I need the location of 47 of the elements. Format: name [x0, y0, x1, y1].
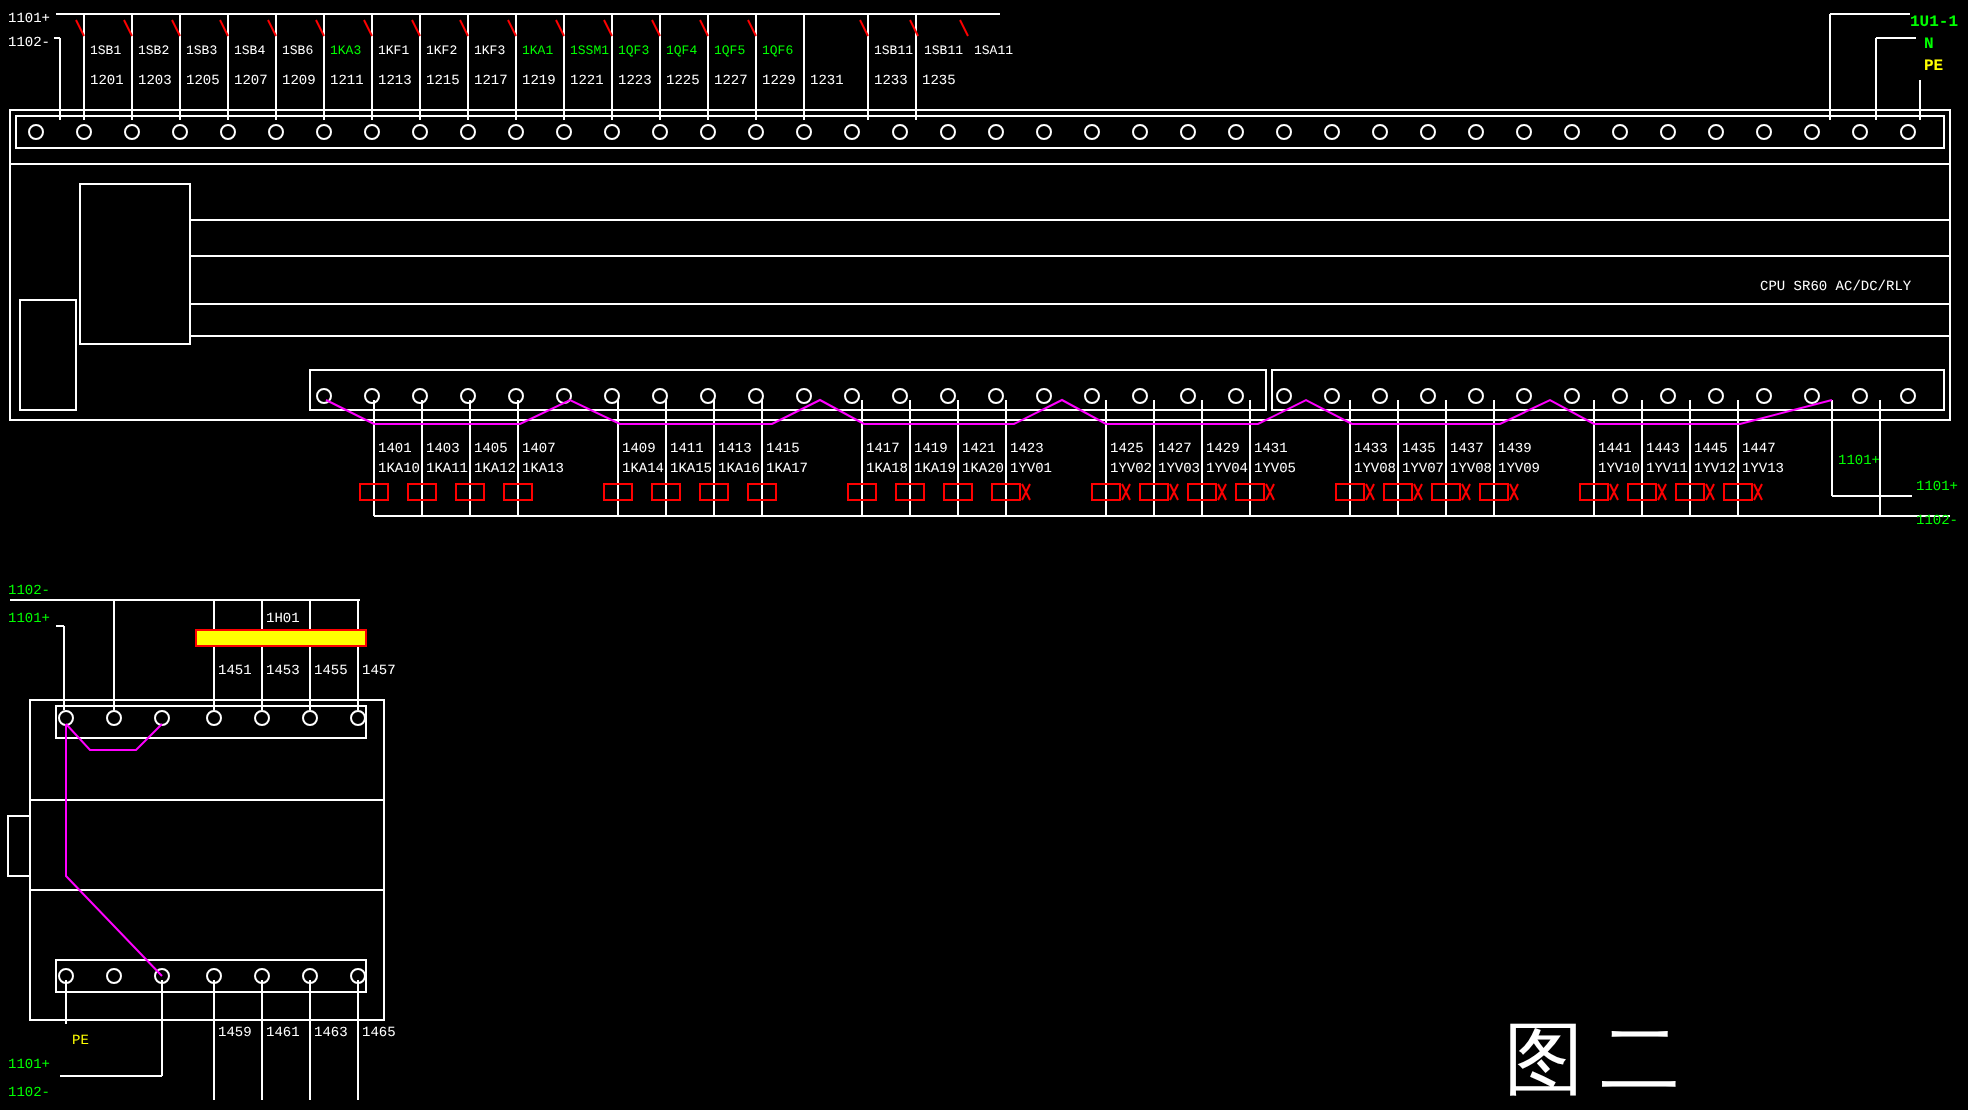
indicator-lamp-icon [195, 629, 367, 647]
switch-contact-icon [507, 19, 517, 37]
switch-contact-icon [859, 19, 869, 37]
switch-contact-icon [171, 19, 181, 37]
valve-coil-icon [1579, 483, 1619, 501]
valve-coil-icon [1335, 483, 1375, 501]
relay-coil-icon [359, 483, 389, 501]
relay-coil-icon [943, 483, 973, 501]
valve-coil-icon [1627, 483, 1667, 501]
relay-coil-icon [699, 483, 729, 501]
valve-coil-icon [1187, 483, 1227, 501]
relay-coil-icon [407, 483, 437, 501]
switch-contact-icon [603, 19, 613, 37]
relay-coil-icon [651, 483, 681, 501]
supply-label: 1U1-1 [1910, 14, 1959, 32]
switch-contact-icon [747, 19, 757, 37]
figure-caption: 图二 [1504, 1014, 1696, 1106]
switch-contact-icon [219, 19, 229, 37]
relay-coil-icon [747, 483, 777, 501]
valve-coil-icon [1431, 483, 1471, 501]
switch-contact-icon [363, 19, 373, 37]
switch-contact-icon [651, 19, 661, 37]
valve-coil-icon [1479, 483, 1519, 501]
valve-coil-icon [991, 483, 1031, 501]
switch-contact-icon [699, 19, 709, 37]
valve-coil-icon [1723, 483, 1763, 501]
valve-coil-icon [1675, 483, 1715, 501]
relay-coil-icon [603, 483, 633, 501]
switch-contact-icon [555, 19, 565, 37]
switch-contact-icon [459, 19, 469, 37]
relay-coil-icon [895, 483, 925, 501]
switch-contact-icon [909, 19, 919, 37]
switch-contact-icon [123, 19, 133, 37]
supply-label: N [1924, 36, 1934, 54]
switch-contact-icon [75, 19, 85, 37]
supply-label: PE [1924, 58, 1944, 76]
relay-coil-icon [503, 483, 533, 501]
valve-coil-icon [1139, 483, 1179, 501]
switch-contact-icon [411, 19, 421, 37]
switch-contact-icon [267, 19, 277, 37]
switch-contact-icon [959, 19, 969, 37]
valve-coil-icon [1235, 483, 1275, 501]
valve-coil-icon [1091, 483, 1131, 501]
valve-coil-icon [1383, 483, 1423, 501]
switch-contact-icon [315, 19, 325, 37]
relay-coil-icon [847, 483, 877, 501]
relay-coil-icon [455, 483, 485, 501]
